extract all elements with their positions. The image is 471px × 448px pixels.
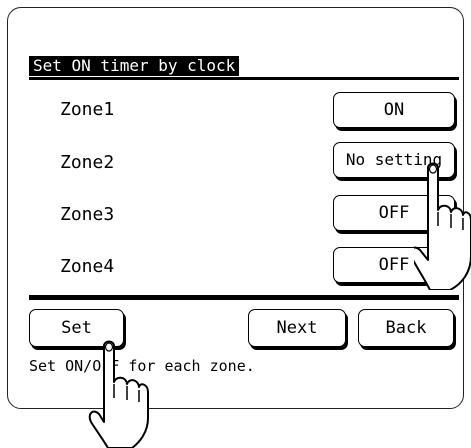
zone-label-1: Zone1 [60, 99, 115, 120]
screen-title: Set ON timer by clock [29, 56, 240, 76]
zone4-setting-button[interactable]: OFF [333, 247, 455, 283]
zone3-setting-button[interactable]: OFF [333, 195, 455, 231]
footer-divider [29, 295, 459, 300]
zone1-setting-button[interactable]: ON [333, 92, 455, 128]
set-button[interactable]: Set [29, 309, 124, 347]
hint-text: Set ON/OFF for each zone. [29, 357, 255, 375]
zone-label-3: Zone3 [60, 204, 115, 225]
title-divider [29, 77, 459, 80]
zone-label-2: Zone2 [60, 152, 115, 173]
next-button[interactable]: Next [248, 309, 346, 347]
zone-label-4: Zone4 [60, 256, 115, 277]
zone2-setting-button[interactable]: No setting [333, 142, 455, 178]
back-button[interactable]: Back [358, 309, 454, 347]
